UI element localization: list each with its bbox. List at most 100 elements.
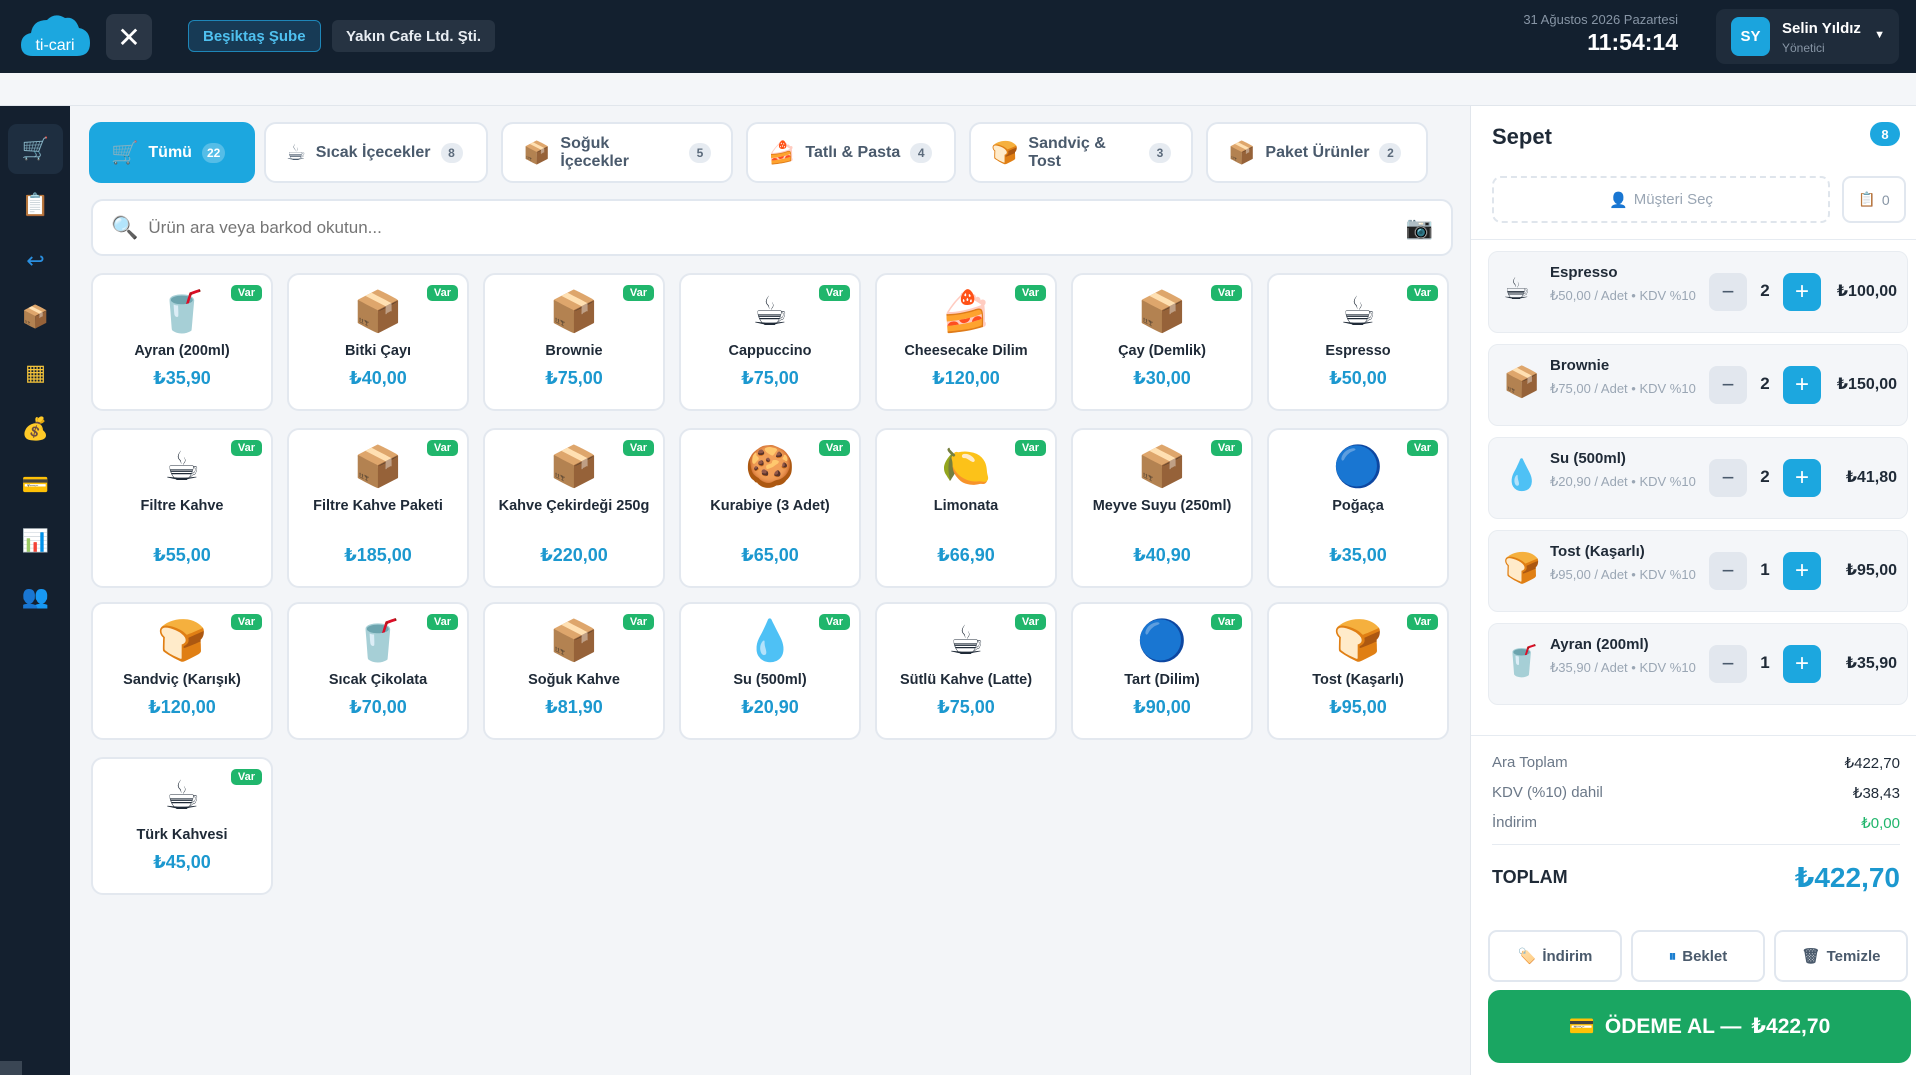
cart-item-meta: ₺50,00 / Adet • KDV %10 (1550, 288, 1696, 303)
product-card[interactable]: ☕ Var Filtre Kahve ₺55,00 (91, 428, 273, 588)
increase-qty-button[interactable]: + (1783, 645, 1821, 683)
stock-badge: Var (1014, 285, 1046, 301)
category-tab[interactable]: 📦 Paket Ürünler 2 (1206, 122, 1428, 183)
product-name: Kahve Çekirdeği 250g (498, 498, 650, 514)
product-card[interactable]: 📦 Var Çay (Demlik) ₺30,00 (1071, 273, 1253, 411)
stock-badge: Var (230, 769, 262, 785)
chevron-down-icon: ▼ (1874, 29, 1885, 41)
total-row: TOPLAM ₺422,70 (1492, 861, 1900, 894)
sidebar-item-tables[interactable]: ▦ (8, 348, 63, 398)
product-price: ₺35,00 (1329, 545, 1387, 565)
product-price: ₺220,00 (540, 545, 608, 565)
product-price: ₺35,90 (153, 368, 211, 388)
stock-badge: Var (426, 614, 458, 630)
cart-item-qty: 2 (1760, 281, 1770, 300)
minus-icon: − (1721, 465, 1735, 490)
search-input[interactable] (148, 217, 1406, 238)
product-card[interactable]: 📦 Var Soğuk Kahve ₺81,90 (483, 602, 665, 740)
decrease-qty-button[interactable]: − (1709, 552, 1747, 590)
product-name: Bitki Çayı (344, 343, 412, 359)
product-card[interactable]: ☕ Var Türk Kahvesi ₺45,00 (91, 757, 273, 895)
decrease-qty-button[interactable]: − (1709, 366, 1747, 404)
divider (1492, 844, 1900, 845)
product-card[interactable]: 📦 Var Meyve Suyu (250ml) ₺40,90 (1071, 428, 1253, 588)
user-menu[interactable]: SY Selin Yıldız Yönetici ▼ (1716, 9, 1899, 64)
stock-badge: Var (1210, 614, 1242, 630)
sidebar-item-orders[interactable]: 📋 (8, 180, 63, 230)
product-card[interactable]: 🔵 Var Poğaça ₺35,00 (1267, 428, 1449, 588)
sidebar-item-payments[interactable]: 💳 (8, 460, 63, 510)
increase-qty-button[interactable]: + (1783, 552, 1821, 590)
sidebar-item-returns[interactable]: ↩ (8, 236, 63, 286)
product-card[interactable]: 🥤 Var Sıcak Çikolata ₺70,00 (287, 602, 469, 740)
product-card[interactable]: 🥤 Var Ayran (200ml) ₺35,90 (91, 273, 273, 411)
cart-item: 🍞 Tost (Kaşarlı) ₺95,00 / Adet • KDV %10 − 1… (1488, 530, 1908, 612)
decrease-qty-button[interactable]: − (1709, 645, 1747, 683)
product-name: Cappuccino (728, 343, 812, 359)
sidebar-item-cash[interactable]: 💰 (8, 404, 63, 454)
product-card[interactable]: ☕ Var Sütlü Kahve (Latte) ₺75,00 (875, 602, 1057, 740)
discount-row: İndirim ₺0,00 (1492, 814, 1900, 832)
box-icon: 📦 (1503, 366, 1541, 399)
product-card[interactable]: 📦 Var Bitki Çayı ₺40,00 (287, 273, 469, 411)
pay-button[interactable]: 💳 ÖDEME AL — ₺422,70 (1488, 990, 1911, 1063)
category-tab[interactable]: 🍞 Sandviç & Tost 3 (969, 122, 1193, 183)
sidebar-item-sales[interactable]: 🛒 (8, 124, 63, 174)
product-price: ₺50,00 (1329, 368, 1387, 388)
product-card[interactable]: 📦 Var Brownie ₺75,00 (483, 273, 665, 411)
tax-row: KDV (%10) dahil ₺38,43 (1492, 784, 1900, 802)
money-bag-icon: 💰 (21, 416, 50, 441)
card-icon: 💳 (1568, 1014, 1595, 1038)
increase-qty-button[interactable]: + (1783, 366, 1821, 404)
cart-title: Sepet (1492, 124, 1552, 149)
cart-item-name: Ayran (200ml) (1550, 636, 1649, 653)
category-tab[interactable]: ☕ Sıcak İçecekler 8 (264, 122, 488, 183)
pay-button-amount: ₺422,70 (1751, 1015, 1831, 1038)
product-name: Kurabiye (3 Adet) (710, 498, 830, 514)
product-card[interactable]: 📦 Var Filtre Kahve Paketi ₺185,00 (287, 428, 469, 588)
product-card[interactable]: ☕ Var Espresso ₺50,00 (1267, 273, 1449, 411)
product-card[interactable]: ☕ Var Cappuccino ₺75,00 (679, 273, 861, 411)
product-card[interactable]: 💧 Var Su (500ml) ₺20,90 (679, 602, 861, 740)
stock-badge: Var (818, 614, 850, 630)
product-card[interactable]: 🍋 Var Limonata ₺66,90 (875, 428, 1057, 588)
pause-icon: ⏸ (1668, 947, 1677, 965)
product-price: ₺75,00 (937, 697, 995, 717)
discount-button[interactable]: 🏷️ İndirim (1488, 930, 1622, 982)
increase-qty-button[interactable]: + (1783, 459, 1821, 497)
close-button[interactable]: ✕ (106, 14, 152, 60)
branch-badge[interactable]: Beşiktaş Şube (188, 20, 321, 52)
category-tab[interactable]: 📦 Soğuk İçecekler 5 (501, 122, 733, 183)
product-card[interactable]: 📦 Var Kahve Çekirdeği 250g ₺220,00 (483, 428, 665, 588)
sidebar-item-reports[interactable]: 📊 (8, 516, 63, 566)
category-tab[interactable]: 🍰 Tatlı & Pasta 4 (746, 122, 956, 183)
product-price: ₺55,00 (153, 545, 211, 565)
stock-badge: Var (1210, 285, 1242, 301)
ti-cari-logo[interactable]: ti-cari (19, 10, 91, 62)
sidebar-item-users[interactable]: 👥 (8, 572, 63, 622)
product-card[interactable]: 🍞 Var Tost (Kaşarlı) ₺95,00 (1267, 602, 1449, 740)
product-card[interactable]: 🔵 Var Tart (Dilim) ₺90,00 (1071, 602, 1253, 740)
product-card[interactable]: 🍰 Var Cheesecake Dilim ₺120,00 (875, 273, 1057, 411)
product-card[interactable]: 🍪 Var Kurabiye (3 Adet) ₺65,00 (679, 428, 861, 588)
cart-item-meta: ₺95,00 / Adet • KDV %10 (1550, 567, 1696, 582)
note-button[interactable]: 📋 0 (1842, 176, 1906, 223)
plus-icon: + (1794, 278, 1809, 305)
camera-icon[interactable]: 📷 (1406, 215, 1433, 241)
decrease-qty-button[interactable]: − (1709, 459, 1747, 497)
sidebar-corner (0, 1061, 22, 1075)
clear-button[interactable]: 🗑 Temizle (1774, 930, 1908, 982)
sidebar-item-products[interactable]: 📦 (8, 292, 63, 342)
search-bar[interactable]: 🔍 📷 (91, 199, 1453, 256)
customer-select[interactable]: 👤 Müşteri Seç (1492, 176, 1830, 223)
cart-item-meta: ₺75,00 / Adet • KDV %10 (1550, 381, 1696, 396)
hold-button[interactable]: ⏸ Beklet (1631, 930, 1765, 982)
product-card[interactable]: 🍞 Var Sandviç (Karışık) ₺120,00 (91, 602, 273, 740)
decrease-qty-button[interactable]: − (1709, 273, 1747, 311)
stock-badge: Var (818, 440, 850, 456)
logo-text: ti-cari (35, 37, 74, 54)
category-tab[interactable]: 🛒 Tümü 22 (89, 122, 255, 183)
product-price: ₺90,00 (1133, 697, 1191, 717)
product-name: Sandviç (Karışık) (123, 672, 241, 688)
increase-qty-button[interactable]: + (1783, 273, 1821, 311)
